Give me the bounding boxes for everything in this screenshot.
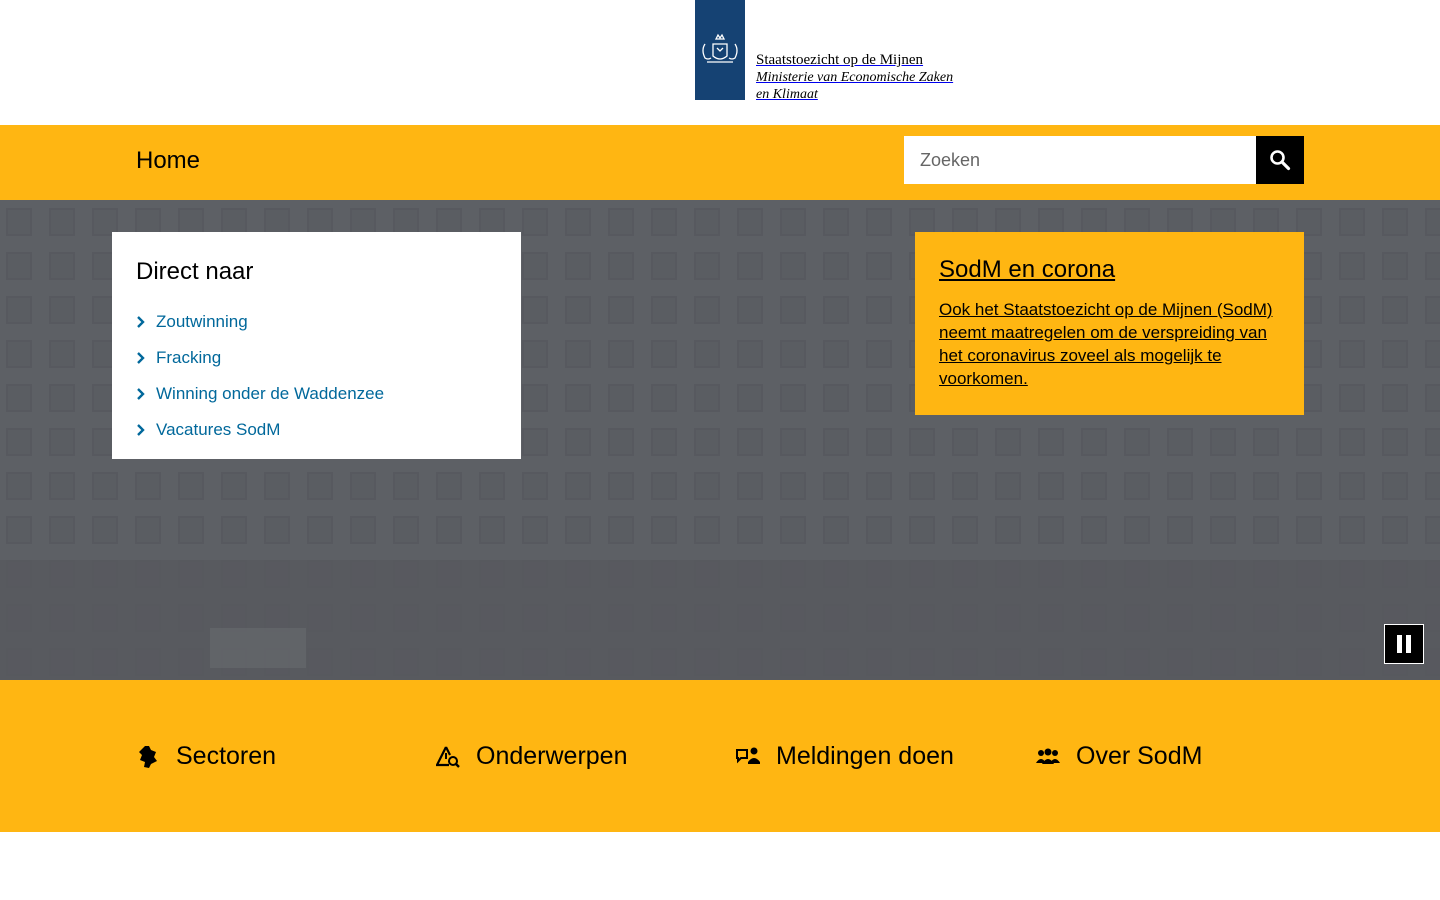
pause-icon — [1396, 635, 1412, 653]
bottom-navigation: Sectoren Onderwerpen Meldingen doen Over… — [0, 680, 1440, 832]
corona-title-link[interactable]: SodM en corona — [939, 256, 1280, 284]
search-button[interactable] — [1256, 136, 1304, 184]
direct-naar-list: Zoutwinning Fracking Winning onder de Wa… — [136, 304, 497, 448]
bottom-nav-label: Meldingen doen — [776, 742, 954, 770]
bottom-nav-label: Over SodM — [1076, 742, 1203, 770]
logo-line-3: en Klimaat — [756, 87, 818, 102]
direct-link-waddenzee[interactable]: Winning onder de Waddenzee — [156, 384, 384, 404]
search-input[interactable] — [904, 136, 1256, 184]
rijkswapen-icon — [695, 0, 745, 100]
corona-panel: SodM en corona Ook het Staatstoezicht op… — [915, 232, 1304, 415]
logo-line-1: Staatstoezicht op de Mijnen — [756, 52, 924, 68]
logo-line-2: Ministerie van Economische Zaken — [756, 70, 954, 85]
chevron-right-icon — [136, 420, 156, 440]
hero-section: Direct naar Zoutwinning Fracking Winning… — [0, 200, 1440, 680]
list-item: Zoutwinning — [136, 304, 497, 340]
sectoren-icon — [136, 745, 160, 769]
list-item: Fracking — [136, 340, 497, 376]
bottom-nav-label: Sectoren — [176, 742, 277, 770]
bottom-nav-label: Onderwerpen — [476, 742, 628, 770]
bottom-nav-meldingen[interactable]: Meldingen doen — [736, 742, 954, 771]
direct-link-fracking[interactable]: Fracking — [156, 348, 221, 368]
direct-link-zoutwinning[interactable]: Zoutwinning — [156, 312, 248, 332]
bottom-nav-onderwerpen[interactable]: Onderwerpen — [436, 742, 627, 771]
logo-text: Staatstoezicht op de Mijnen Ministerie v… — [745, 0, 953, 103]
site-logo[interactable]: Staatstoezicht op de Mijnen Ministerie v… — [695, 0, 953, 103]
chevron-right-icon — [136, 348, 156, 368]
bottom-nav-over-sodm[interactable]: Over SodM — [1036, 742, 1202, 771]
bottom-nav-sectoren[interactable]: Sectoren — [136, 742, 276, 771]
site-header: Staatstoezicht op de Mijnen Ministerie v… — [0, 0, 1440, 125]
people-icon — [1036, 745, 1060, 769]
chevron-right-icon — [136, 312, 156, 332]
slideshow-pause-button[interactable] — [1384, 624, 1424, 664]
main-navbar: Home — [0, 125, 1440, 200]
list-item: Vacatures SodM — [136, 412, 497, 448]
meldingen-icon — [736, 745, 760, 769]
direct-link-vacatures[interactable]: Vacatures SodM — [156, 420, 280, 440]
direct-naar-panel: Direct naar Zoutwinning Fracking Winning… — [112, 232, 521, 459]
corona-text-link[interactable]: Ook het Staatstoezicht op de Mijnen (Sod… — [939, 298, 1280, 390]
chevron-right-icon — [136, 384, 156, 404]
onderwerpen-icon — [436, 745, 460, 769]
list-item: Winning onder de Waddenzee — [136, 376, 497, 412]
search-icon — [1269, 149, 1291, 171]
nav-home-link[interactable]: Home — [136, 147, 200, 175]
direct-naar-title: Direct naar — [136, 258, 254, 285]
